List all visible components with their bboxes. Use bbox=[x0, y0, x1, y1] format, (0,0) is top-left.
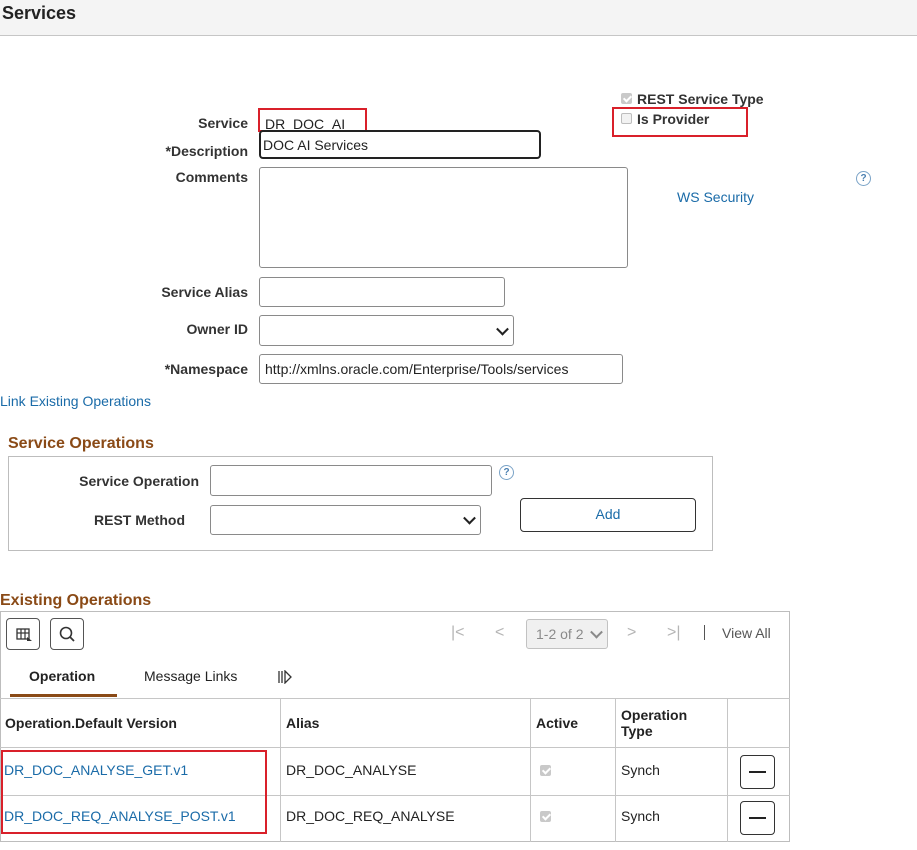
column-divider bbox=[280, 698, 281, 842]
namespace-label: *Namespace bbox=[164, 361, 248, 377]
chevron-down-icon bbox=[463, 511, 476, 525]
find-button[interactable] bbox=[50, 618, 84, 650]
pager-divider bbox=[704, 625, 705, 640]
column-header-operation[interactable]: Operation.Default Version bbox=[5, 715, 177, 731]
chevron-down-icon bbox=[590, 625, 603, 639]
table-header-top-border bbox=[0, 698, 790, 699]
rest-method-label: REST Method bbox=[94, 512, 185, 528]
add-button[interactable]: Add bbox=[520, 498, 696, 532]
help-icon[interactable]: ? bbox=[499, 465, 514, 480]
is-provider-label: Is Provider bbox=[637, 111, 710, 127]
service-operation-label: Service Operation bbox=[79, 473, 199, 489]
existing-operations-title: Existing Operations bbox=[0, 592, 152, 609]
active-checkbox bbox=[540, 765, 551, 776]
rest-service-type-checkbox[interactable] bbox=[621, 93, 632, 104]
row-divider bbox=[0, 747, 790, 748]
active-tab-indicator bbox=[10, 694, 117, 697]
namespace-input[interactable]: http://xmlns.oracle.com/Enterprise/Tools… bbox=[259, 354, 623, 384]
last-page-icon[interactable]: >| bbox=[667, 624, 681, 642]
row-divider bbox=[0, 795, 790, 796]
comments-textarea[interactable] bbox=[259, 167, 628, 268]
service-label: Service bbox=[198, 115, 248, 131]
column-header-alias[interactable]: Alias bbox=[286, 715, 319, 731]
first-page-icon[interactable]: |< bbox=[451, 624, 465, 642]
search-icon bbox=[59, 626, 75, 642]
rest-service-type-label: REST Service Type bbox=[637, 91, 764, 107]
delete-row-button[interactable] bbox=[740, 755, 775, 789]
tab-message-links[interactable]: Message Links bbox=[144, 668, 237, 684]
column-divider bbox=[727, 698, 728, 842]
operation-link[interactable]: DR_DOC_REQ_ANALYSE_POST.v1 bbox=[4, 808, 236, 824]
personalize-grid-button[interactable] bbox=[6, 618, 40, 650]
page-range-value: 1-2 of 2 bbox=[536, 626, 584, 642]
ws-security-link[interactable]: WS Security bbox=[677, 189, 754, 205]
column-divider bbox=[530, 698, 531, 842]
delete-row-button[interactable] bbox=[740, 801, 775, 835]
show-all-columns-icon[interactable] bbox=[277, 670, 293, 684]
operation-link[interactable]: DR_DOC_ANALYSE_GET.v1 bbox=[4, 762, 188, 778]
comments-label: Comments bbox=[175, 169, 248, 185]
view-all-link[interactable]: View All bbox=[722, 625, 771, 641]
page-range-select[interactable]: 1-2 of 2 bbox=[526, 619, 608, 649]
column-divider bbox=[615, 698, 616, 842]
previous-page-icon[interactable]: < bbox=[495, 624, 504, 642]
service-operations-title: Service Operations bbox=[8, 435, 154, 452]
service-alias-label: Service Alias bbox=[161, 284, 248, 300]
grid-settings-icon bbox=[16, 628, 32, 641]
link-existing-operations-link[interactable]: Link Existing Operations bbox=[0, 393, 151, 409]
active-checkbox bbox=[540, 811, 551, 822]
tab-operation[interactable]: Operation bbox=[29, 668, 95, 684]
operation-type-cell: Synch bbox=[621, 762, 660, 778]
service-operation-input[interactable] bbox=[210, 465, 492, 496]
column-header-operation-type[interactable]: Operation Type bbox=[621, 707, 706, 739]
help-icon[interactable]: ? bbox=[856, 171, 871, 186]
owner-id-select[interactable] bbox=[259, 315, 514, 346]
alias-cell: DR_DOC_REQ_ANALYSE bbox=[286, 808, 455, 824]
rest-method-select[interactable] bbox=[210, 505, 481, 535]
page-title: Services bbox=[2, 3, 77, 23]
chevron-down-icon bbox=[496, 322, 509, 336]
description-label: *Description bbox=[165, 143, 248, 159]
alias-cell: DR_DOC_ANALYSE bbox=[286, 762, 417, 778]
operation-type-cell: Synch bbox=[621, 808, 660, 824]
next-page-icon[interactable]: > bbox=[627, 624, 636, 642]
column-header-active[interactable]: Active bbox=[536, 715, 578, 731]
description-input[interactable]: DOC AI Services bbox=[259, 130, 541, 159]
service-alias-input[interactable] bbox=[259, 277, 505, 307]
page-header: Services bbox=[0, 0, 917, 36]
is-provider-checkbox[interactable] bbox=[621, 113, 632, 124]
owner-id-label: Owner ID bbox=[186, 321, 248, 337]
